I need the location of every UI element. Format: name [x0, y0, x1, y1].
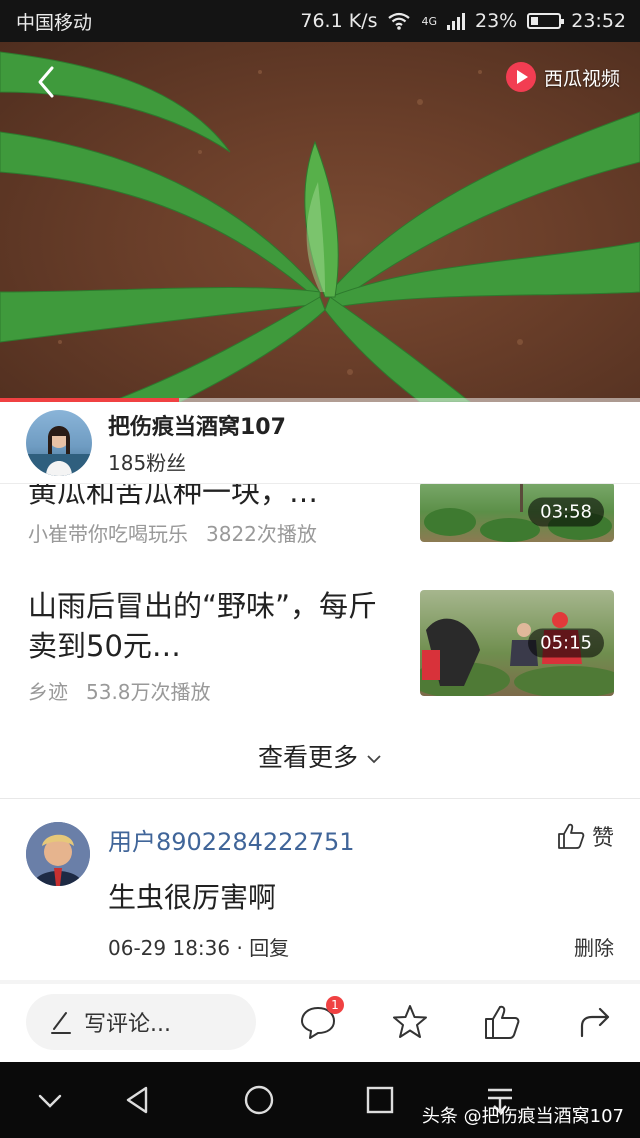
share-icon: [580, 1007, 610, 1038]
comment-text: 生虫很厉害啊: [108, 881, 277, 914]
thumb-up-icon: [558, 823, 585, 849]
author-avatar[interactable]: [26, 409, 92, 476]
related-video-source: 小崔带你吃喝玩乐: [28, 522, 188, 546]
share-button[interactable]: [576, 1002, 616, 1042]
related-videos-list: 黄瓜和苦瓜种一块，… 小崔带你吃喝玩乐 3822次播放 03:58 山雨后冒出的“…: [0, 484, 640, 720]
comment-like-button[interactable]: 赞: [556, 820, 614, 852]
see-more-label: 查看更多: [258, 743, 359, 772]
commenter-avatar[interactable]: [26, 822, 90, 886]
write-comment-placeholder: 写评论...: [84, 1012, 171, 1037]
status-bar: 中国移动 76.1 K/s 4G 23% 23:52: [0, 0, 640, 42]
comments-button[interactable]: 1: [298, 996, 344, 1042]
comment-meta: 06-29 18:36 · 回复: [108, 932, 289, 961]
see-more-button[interactable]: 查看更多: [0, 738, 640, 774]
chevron-down-icon: [367, 755, 381, 764]
xigua-brand[interactable]: 西瓜视频: [505, 62, 620, 92]
thumb-up-icon: [485, 1005, 520, 1039]
video-duration: 05:15: [528, 628, 604, 658]
battery-percent: 23%: [475, 10, 518, 32]
author-fans-count: 185粉丝: [108, 451, 187, 475]
video-duration: 03:58: [528, 497, 604, 527]
video-player[interactable]: 西瓜视频: [0, 42, 640, 402]
pencil-icon: [51, 1012, 71, 1034]
brand-label: 西瓜视频: [543, 67, 620, 90]
delete-button[interactable]: 删除: [574, 932, 614, 961]
watermark-label: 头条 @把伤痕当酒窝107: [421, 1106, 624, 1127]
divider: [0, 798, 640, 799]
network-type: 4G: [421, 14, 437, 28]
like-label: 赞: [591, 826, 614, 851]
related-video-thumbnail[interactable]: 05:15: [420, 590, 614, 696]
collapse-icon[interactable]: [34, 1084, 66, 1116]
comment-item: 用户8902284222751 赞 生虫很厉害啊 06-29 18:36 · 回…: [0, 800, 640, 980]
bottom-action-bar: 写评论... 1: [0, 984, 640, 1062]
related-video-item[interactable]: 山雨后冒出的“野味”，每斤卖到50元… 乡迹 53.8万次播放 05:15: [0, 586, 640, 706]
carrier-label: 中国移动: [16, 11, 93, 34]
back-triangle-icon[interactable]: [122, 1084, 154, 1116]
signal-icon: [447, 12, 465, 30]
like-button[interactable]: [482, 1002, 522, 1042]
video-frame-plant: [0, 51, 640, 402]
related-video-title[interactable]: 山雨后冒出的“野味”，每斤卖到50元…: [28, 586, 398, 666]
author-row[interactable]: 把伤痕当酒窝107 185粉丝: [0, 402, 640, 484]
commenter-username[interactable]: 用户8902284222751: [108, 822, 355, 857]
write-comment-input[interactable]: 写评论...: [26, 994, 256, 1050]
avatar-person-image: [26, 425, 92, 476]
comment-timestamp: 06-29 18:36: [108, 936, 231, 960]
related-video-title[interactable]: 黄瓜和苦瓜种一块，…: [28, 484, 398, 512]
related-video-meta: 小崔带你吃喝玩乐 3822次播放: [28, 518, 317, 547]
comment-count-badge: 1: [326, 996, 344, 1014]
recents-square-icon[interactable]: [364, 1084, 396, 1116]
reply-button[interactable]: 回复: [249, 936, 289, 960]
network-speed: 76.1 K/s: [300, 10, 378, 32]
clock: 23:52: [571, 10, 626, 32]
wifi-icon: [388, 12, 411, 30]
related-video-source: 乡迹: [28, 680, 68, 704]
back-icon[interactable]: [30, 62, 64, 102]
home-circle-icon[interactable]: [243, 1084, 275, 1116]
related-video-plays: 3822次播放: [206, 522, 317, 546]
xigua-play-icon: [505, 62, 536, 92]
system-nav-bar: 头条 @把伤痕当酒窝107: [0, 1062, 640, 1138]
related-video-thumbnail[interactable]: 03:58: [420, 484, 614, 542]
author-name[interactable]: 把伤痕当酒窝107: [108, 409, 286, 441]
favorite-button[interactable]: [390, 1002, 430, 1042]
meta-separator: ·: [236, 936, 243, 960]
related-video-item[interactable]: 黄瓜和苦瓜种一块，… 小崔带你吃喝玩乐 3822次播放 03:58: [0, 484, 640, 564]
battery-icon: [527, 13, 565, 29]
avatar-person-image: [26, 822, 90, 886]
star-icon: [393, 1005, 427, 1038]
related-video-plays: 53.8万次播放: [86, 680, 211, 704]
related-video-meta: 乡迹 53.8万次播放: [28, 676, 211, 705]
